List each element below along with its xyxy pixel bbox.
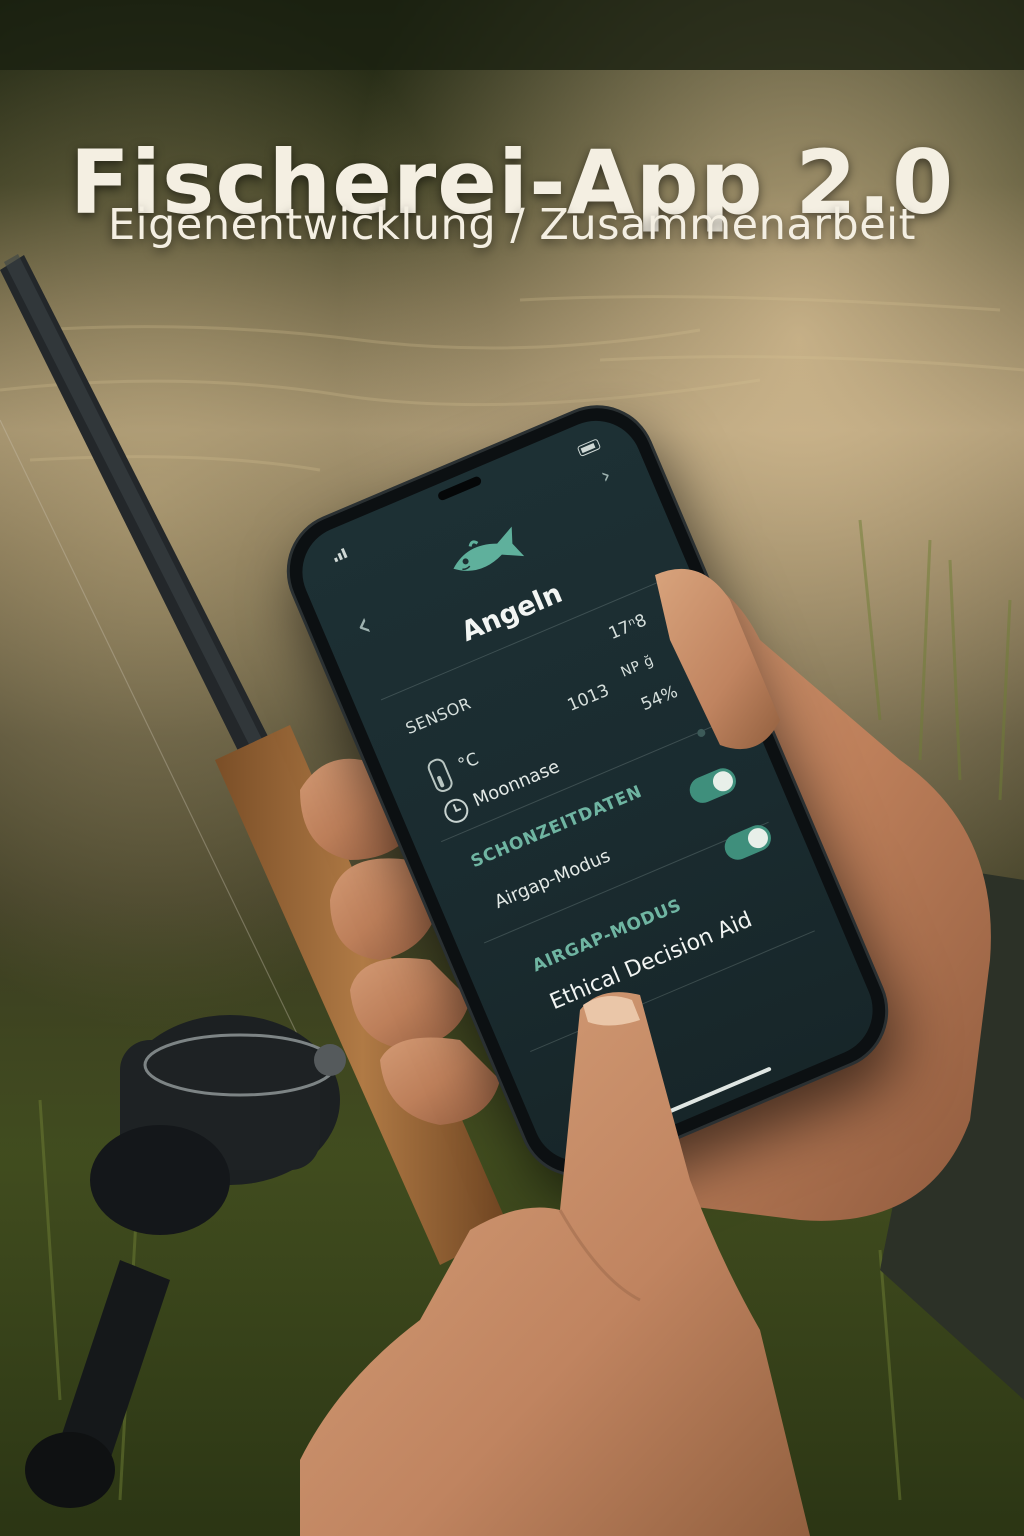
earpiece [436,475,483,502]
moon-phase-label: Moonnase [470,756,563,812]
toggle-knob [709,768,737,795]
fish-icon [453,526,525,571]
battery-icon [576,438,602,457]
temperature-unit: °C [455,749,482,776]
signal-icon [331,543,354,563]
photo-scene: Fischerei-App 2.0 Eigenentwicklung / Zus… [0,0,1024,1536]
clock-icon [440,795,473,827]
forward-button[interactable]: › [597,463,615,489]
time-value: 17ⁿ8 [605,610,650,645]
toggle-knob [744,825,772,852]
status-bar-right [576,438,602,457]
humidity-value: 54% [638,681,681,716]
airgap-mode-toggle[interactable] [685,764,741,807]
sensor-label: SENSOR [402,693,474,739]
back-button[interactable]: ‹ [349,604,377,646]
ethical-aid-toggle[interactable] [720,821,776,864]
pressure-unit: NP ğ [618,652,657,681]
thermometer-icon [425,756,456,795]
pressure-value: 1013 [564,680,613,716]
page-subtitle: Eigenentwicklung / Zusammenarbeit [108,200,916,250]
